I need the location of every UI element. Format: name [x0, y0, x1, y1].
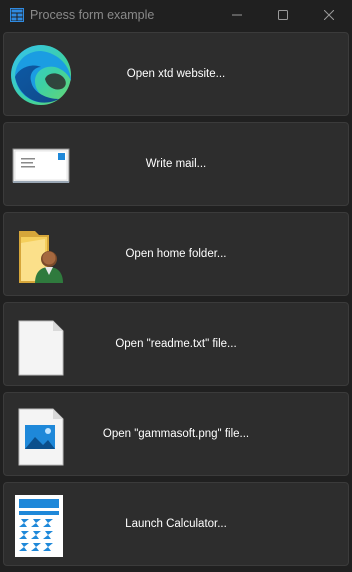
minimize-button[interactable] — [214, 0, 260, 31]
button-label: Open "readme.txt" file... — [115, 338, 237, 350]
window-app-icon — [10, 8, 24, 22]
close-icon — [323, 7, 335, 25]
close-button[interactable] — [306, 0, 352, 31]
window-title: Process form example — [30, 8, 155, 22]
maximize-icon — [278, 7, 288, 25]
button-label: Write mail... — [145, 158, 207, 170]
button-label: Open xtd website... — [126, 68, 226, 80]
open-gammasoft-file-button[interactable]: Open "gammasoft.png" file... — [3, 392, 349, 476]
title-bar[interactable]: Process form example — [0, 0, 352, 31]
open-home-folder-button[interactable]: Open home folder... — [3, 212, 349, 296]
button-label: Launch Calculator... — [125, 518, 227, 530]
launch-calculator-button[interactable]: Launch Calculator... — [3, 482, 349, 566]
open-readme-file-button[interactable]: Open "readme.txt" file... — [3, 302, 349, 386]
button-label: Open "gammasoft.png" file... — [102, 428, 250, 440]
minimize-icon — [232, 7, 242, 25]
open-xtd-website-button[interactable]: Open xtd website... — [3, 32, 349, 116]
maximize-button[interactable] — [260, 0, 306, 31]
write-mail-button[interactable]: Write mail... — [3, 122, 349, 206]
button-label: Open home folder... — [125, 248, 227, 260]
process-form-window: Process form example Open xtd website...… — [0, 0, 352, 572]
